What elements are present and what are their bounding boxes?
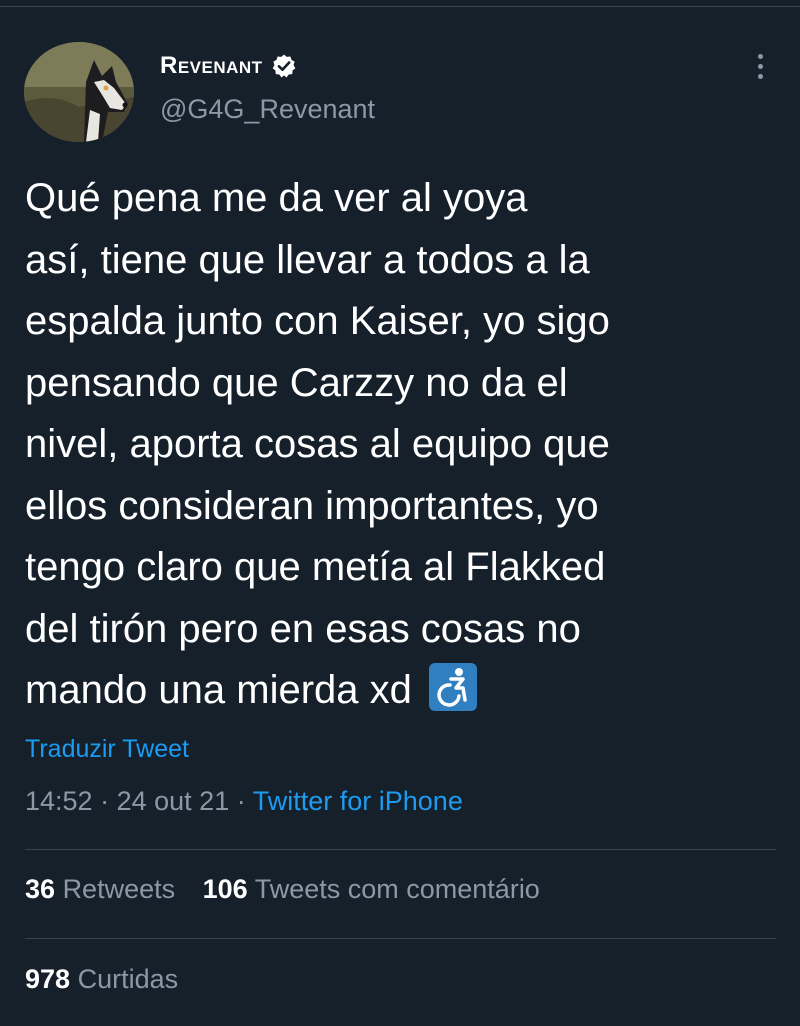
more-vertical-icon[interactable] — [748, 50, 772, 82]
likes-stat[interactable]: 978 Curtidas — [25, 964, 178, 995]
quote-tweets-label: Tweets com comentário — [254, 874, 540, 904]
translate-tweet-link[interactable]: Traduzir Tweet — [25, 735, 189, 764]
username[interactable]: @G4G_Revenant — [160, 94, 375, 125]
tweet-text: Qué pena me da ver al yoya así, tiene qu… — [25, 168, 765, 722]
verified-badge-icon — [272, 54, 295, 78]
avatar[interactable] — [24, 42, 134, 142]
divider — [25, 938, 776, 939]
meta-separator: · — [236, 786, 246, 816]
likes-label: Curtidas — [77, 964, 179, 994]
top-divider — [0, 6, 800, 7]
display-name[interactable]: Revenant — [160, 52, 263, 80]
quote-tweets-stat[interactable]: 106 Tweets com comentário — [203, 874, 540, 905]
engagement-stats: 36 Retweets 106 Tweets com comentário — [25, 874, 540, 905]
tweet-date[interactable]: 24 out 21 — [117, 786, 230, 816]
retweets-stat[interactable]: 36 Retweets — [25, 874, 175, 905]
husky-avatar-image — [24, 42, 134, 142]
tweet-meta: 14:52 · 24 out 21 · Twitter for iPhone — [25, 786, 463, 817]
retweets-label: Retweets — [62, 874, 176, 904]
retweets-count: 36 — [25, 874, 56, 904]
tweet-source-link[interactable]: Twitter for iPhone — [253, 786, 463, 816]
quote-tweets-count: 106 — [202, 874, 248, 904]
tweet-time[interactable]: 14:52 — [25, 786, 93, 816]
meta-separator: · — [100, 786, 110, 816]
tweet-body: Qué pena me da ver al yoya así, tiene qu… — [25, 176, 610, 712]
wheelchair-icon — [429, 663, 478, 711]
divider — [25, 849, 776, 850]
likes-row: 978 Curtidas — [25, 964, 178, 995]
author-name-row[interactable]: Revenant — [160, 48, 297, 84]
likes-count: 978 — [25, 964, 71, 994]
